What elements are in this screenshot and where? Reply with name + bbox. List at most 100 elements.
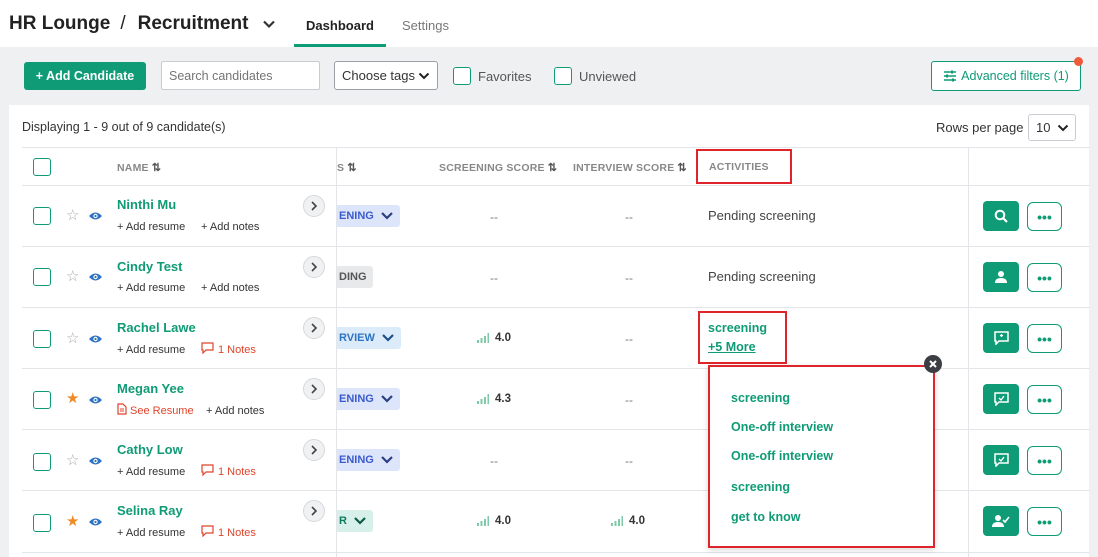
- expand-row-button[interactable]: [303, 439, 325, 461]
- notes-link[interactable]: 1 Notes: [218, 344, 256, 356]
- eye-icon[interactable]: [88, 455, 103, 467]
- more-options-button[interactable]: •••: [1027, 202, 1062, 231]
- add-notes-link[interactable]: + Add notes: [201, 221, 259, 233]
- add-resume-link[interactable]: + Add resume: [117, 527, 185, 539]
- status-badge[interactable]: ENING: [337, 388, 400, 410]
- screening-score: --: [490, 210, 498, 224]
- eye-icon[interactable]: [88, 394, 103, 406]
- candidate-name[interactable]: Ninthi Mu: [117, 197, 176, 212]
- status-badge[interactable]: R: [337, 510, 373, 532]
- candidate-name[interactable]: Selina Ray: [117, 503, 183, 518]
- choose-tags-select[interactable]: Choose tags: [334, 61, 438, 90]
- star-outline-icon[interactable]: ☆: [66, 269, 79, 285]
- advanced-filters-button[interactable]: Advanced filters (1): [931, 57, 1083, 91]
- popup-activity-item[interactable]: get to know: [731, 510, 800, 524]
- column-header-status[interactable]: S ⇅: [337, 161, 357, 174]
- column-header-interview-score[interactable]: INTERVIEW SCORE ⇅: [573, 161, 687, 174]
- review-button[interactable]: [983, 201, 1019, 231]
- add-candidate-button[interactable]: + Add Candidate: [24, 62, 146, 90]
- chevron-down-icon[interactable]: [262, 17, 276, 31]
- feedback-button[interactable]: [983, 323, 1019, 353]
- breadcrumb-module[interactable]: Recruitment: [138, 13, 249, 35]
- close-popup-button[interactable]: [924, 355, 942, 373]
- breadcrumb-org[interactable]: HR Lounge: [9, 13, 110, 35]
- activity-text: Pending screening: [708, 208, 816, 223]
- more-options-button[interactable]: •••: [1027, 385, 1062, 414]
- advanced-filters-label: Advanced filters (1): [961, 69, 1069, 83]
- more-options-button[interactable]: •••: [1027, 446, 1062, 475]
- search-input[interactable]: [161, 61, 320, 90]
- rows-per-page-select[interactable]: 10: [1028, 114, 1076, 141]
- column-header-screening-score[interactable]: SCREENING SCORE ⇅: [439, 161, 557, 174]
- user-check-icon: [992, 515, 1010, 527]
- more-options-button[interactable]: •••: [1027, 507, 1062, 536]
- status-badge[interactable]: ENING: [337, 449, 400, 471]
- popup-activity-item[interactable]: screening: [731, 480, 790, 494]
- star-filled-icon[interactable]: ★: [66, 391, 79, 407]
- star-outline-icon[interactable]: ☆: [66, 453, 79, 469]
- eye-icon[interactable]: [88, 210, 103, 222]
- favorites-checkbox[interactable]: [453, 67, 471, 85]
- hire-button[interactable]: [983, 506, 1019, 536]
- star-filled-icon[interactable]: ★: [66, 514, 79, 530]
- candidate-name[interactable]: Cathy Low: [117, 442, 183, 457]
- popup-activity-item[interactable]: screening: [731, 391, 790, 405]
- status-badge[interactable]: ENING: [337, 205, 400, 227]
- notes-link[interactable]: 1 Notes: [218, 527, 256, 539]
- tab-dashboard[interactable]: Dashboard: [294, 18, 386, 47]
- add-resume-link[interactable]: + Add resume: [117, 221, 185, 233]
- add-notes-link[interactable]: + Add notes: [201, 282, 259, 294]
- activities-popup: screening One-off interview One-off inte…: [708, 365, 935, 548]
- interview-score: --: [625, 210, 633, 224]
- row-checkbox[interactable]: [33, 268, 51, 286]
- candidate-name[interactable]: Rachel Lawe: [117, 320, 196, 335]
- expand-row-button[interactable]: [303, 256, 325, 278]
- see-resume-link[interactable]: See Resume: [130, 405, 194, 417]
- popup-activity-item[interactable]: One-off interview: [731, 420, 833, 434]
- filter-sliders-icon: [944, 70, 957, 82]
- eye-icon[interactable]: [88, 516, 103, 528]
- chevron-down-icon: [381, 395, 393, 403]
- candidate-name[interactable]: Megan Yee: [117, 381, 184, 396]
- row-checkbox[interactable]: [33, 514, 51, 532]
- add-resume-link[interactable]: + Add resume: [117, 466, 185, 478]
- expand-row-button[interactable]: [303, 317, 325, 339]
- column-header-name[interactable]: NAME ⇅: [117, 161, 161, 174]
- row-checkbox[interactable]: [33, 330, 51, 348]
- add-resume-link[interactable]: + Add resume: [117, 282, 185, 294]
- chevron-right-icon: [311, 262, 318, 272]
- notes-link[interactable]: 1 Notes: [218, 466, 256, 478]
- feedback-button[interactable]: [983, 445, 1019, 475]
- unviewed-checkbox[interactable]: [554, 67, 572, 85]
- feedback-icon: [993, 331, 1009, 345]
- tab-settings[interactable]: Settings: [402, 18, 449, 33]
- screening-score: 4.0: [477, 332, 511, 344]
- star-outline-icon[interactable]: ☆: [66, 208, 79, 224]
- row-checkbox[interactable]: [33, 207, 51, 225]
- add-notes-link[interactable]: + Add notes: [206, 405, 264, 417]
- breadcrumb: HR Lounge / Recruitment: [9, 13, 276, 35]
- select-all-checkbox[interactable]: [33, 158, 51, 176]
- more-options-button[interactable]: •••: [1027, 324, 1062, 353]
- feedback-button[interactable]: [983, 384, 1019, 414]
- more-options-button[interactable]: •••: [1027, 263, 1062, 292]
- popup-activity-item[interactable]: One-off interview: [731, 449, 833, 463]
- candidate-name[interactable]: Cindy Test: [117, 259, 183, 274]
- sort-icon: ⇅: [547, 162, 558, 174]
- screening-score: 4.0: [477, 515, 511, 527]
- chevron-right-icon: [311, 201, 318, 211]
- table-divider: [22, 185, 1090, 186]
- eye-icon[interactable]: [88, 271, 103, 283]
- row-checkbox[interactable]: [33, 391, 51, 409]
- expand-row-button[interactable]: [303, 500, 325, 522]
- sticky-column-divider: [968, 147, 969, 557]
- star-outline-icon[interactable]: ☆: [66, 331, 79, 347]
- assign-interviewer-button[interactable]: [983, 262, 1019, 292]
- row-checkbox[interactable]: [33, 453, 51, 471]
- eye-icon[interactable]: [88, 333, 103, 345]
- status-badge[interactable]: RVIEW: [337, 327, 401, 349]
- expand-row-button[interactable]: [303, 195, 325, 217]
- expand-row-button[interactable]: [303, 378, 325, 400]
- add-resume-link[interactable]: + Add resume: [117, 344, 185, 356]
- chevron-right-icon: [311, 445, 318, 455]
